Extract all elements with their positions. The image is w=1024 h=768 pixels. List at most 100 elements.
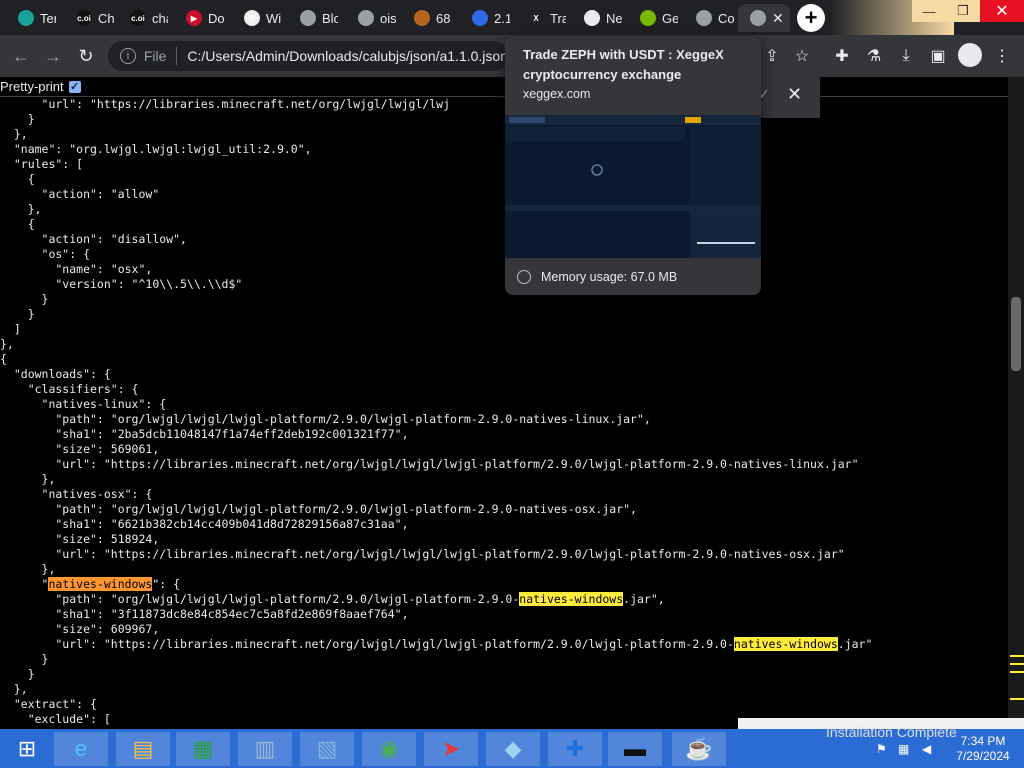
restore-button[interactable]: ❐ (946, 0, 980, 22)
tab[interactable]: c.oi cha (118, 4, 168, 32)
download-bubble-close-button[interactable]: ✕ (787, 84, 802, 105)
taskbar-internet-explorer-icon[interactable]: e (54, 732, 108, 766)
info-icon[interactable]: i (120, 48, 136, 64)
vertical-scrollbar[interactable] (1008, 77, 1024, 729)
labs-icon[interactable]: ⚗ (862, 44, 886, 68)
pretty-print-checkbox[interactable]: ✓ (68, 80, 81, 93)
profile-avatar[interactable] (958, 43, 982, 67)
tab-title: Blo (322, 10, 338, 26)
system-clock[interactable]: 7:34 PM 7/29/2024 (948, 734, 1018, 764)
teal-circle-icon (18, 10, 34, 26)
url-text[interactable]: C:/Users/Admin/Downloads/calubjs/json/a1… (187, 48, 508, 64)
tab-title: Tra (550, 10, 566, 26)
window-close-button[interactable]: ✕ (980, 0, 1024, 22)
tab[interactable]: Co (684, 4, 734, 32)
search-highlight: natives-windows (733, 637, 838, 651)
clock-time: 7:34 PM (960, 734, 1006, 748)
tab-title: Co (718, 10, 734, 26)
cloud-icon (472, 10, 488, 26)
tab[interactable]: Ter (6, 4, 56, 32)
globe-icon (750, 10, 766, 26)
xeggex-icon: X (528, 10, 544, 26)
search-match-marker (1010, 671, 1024, 673)
taskbar-app-red-arrow-icon[interactable]: ➤ (424, 732, 478, 766)
pretty-print-label: Pretty-print (0, 79, 64, 94)
extensions-icon[interactable]: ✚ (830, 44, 854, 68)
taskbar-store-icon[interactable]: ▦ (176, 732, 230, 766)
taskbar-command-prompt-icon[interactable]: ▬ (608, 732, 662, 766)
tab[interactable]: 68 (402, 4, 452, 32)
search-highlight: natives-windows (519, 592, 624, 606)
tab-close-icon[interactable]: ✕ (772, 10, 784, 27)
tab[interactable]: Ge (628, 4, 678, 32)
memory-gauge-icon (517, 270, 531, 284)
download-icon[interactable]: ⤓ (894, 44, 918, 68)
tab-title: 68 (436, 10, 451, 26)
taskbar-file-explorer-icon[interactable]: ▤ (116, 732, 170, 766)
tab[interactable]: 2.1 (460, 4, 510, 32)
tab-title: Ch (98, 10, 114, 26)
clock-date: 7/29/2024 (956, 749, 1010, 763)
start-button[interactable]: ⊞ (0, 732, 54, 766)
memory-usage-text: Memory usage: 67.0 MB (541, 270, 678, 284)
minimize-button[interactable]: — (912, 0, 946, 22)
tab-hover-card: Trade ZEPH with USDT : XeggeX cryptocurr… (505, 37, 761, 295)
tab[interactable]: Ne (572, 4, 622, 32)
scrollbar-thumb[interactable] (1011, 297, 1021, 371)
flag-icon[interactable]: ⚑ (876, 742, 892, 758)
taskbar-control-panel-icon[interactable]: ▧ (300, 732, 354, 766)
search-match-marker (1010, 663, 1024, 665)
tab[interactable]: X Tra (516, 4, 566, 32)
address-bar[interactable]: i File C:/Users/Admin/Downloads/calubjs/… (108, 41, 508, 71)
new-tab-button[interactable]: + (797, 4, 825, 32)
url-scheme-chip: File (143, 48, 167, 64)
pretty-print-toggle[interactable]: Pretty-print ✓ (0, 79, 81, 94)
side-panel-icon[interactable]: ▣ (926, 44, 950, 68)
window-controls: — ❐ ✕ (912, 0, 1024, 22)
hover-card-title: Trade ZEPH with USDT : XeggeX cryptocurr… (523, 47, 724, 82)
forward-button[interactable]: → (40, 43, 66, 69)
volume-icon[interactable]: ◀ (922, 742, 938, 758)
tab-title: Wi (266, 10, 282, 26)
url-separator (176, 47, 178, 65)
tab-title: 2.1 (494, 10, 510, 26)
bookmark-star-icon[interactable]: ☆ (790, 44, 814, 68)
lion-icon (414, 10, 430, 26)
taskbar-app-blue-icon[interactable]: ◆ (486, 732, 540, 766)
tab-title: Ter (40, 10, 56, 26)
page-thumbnail (505, 115, 761, 258)
tab[interactable]: ✕ (738, 4, 790, 32)
installation-toast-text: Installation Complete (826, 724, 957, 740)
tab[interactable]: Blo (288, 4, 338, 32)
globe-icon (358, 10, 374, 26)
tab[interactable]: ▶ Do (174, 4, 224, 32)
tab-title: ois (380, 10, 396, 26)
taskbar-java-icon[interactable]: ☕ (672, 732, 726, 766)
taskbar-task-manager-icon[interactable]: ▥ (238, 732, 292, 766)
wikipedia-icon: W (244, 10, 260, 26)
nvidia-icon (640, 10, 656, 26)
tab[interactable]: c.oi Ch (64, 4, 114, 32)
json-viewer: Pretty-print ✓ "url": "https://libraries… (0, 77, 1008, 729)
arrow-icon: ▶ (186, 10, 202, 26)
taskbar-chrome-icon[interactable]: ◉ (362, 732, 416, 766)
tab-title: Ne (606, 10, 622, 26)
back-button[interactable]: ← (8, 43, 34, 69)
tab[interactable]: W Wi (232, 4, 282, 32)
taskbar-defender-icon[interactable]: ✚ (548, 732, 602, 766)
tab[interactable]: ois (346, 4, 396, 32)
menu-icon[interactable]: ⋮ (990, 44, 1014, 68)
reload-button[interactable]: ↻ (73, 43, 99, 69)
network-icon[interactable]: ▦ (898, 742, 914, 758)
coin-market-icon: c.oi (130, 10, 146, 26)
tab-title: Do (208, 10, 224, 26)
coin-market-icon: c.oi (76, 10, 92, 26)
hover-card-preview-image (505, 115, 761, 258)
globe-icon (300, 10, 316, 26)
tab-title: Ge (662, 10, 678, 26)
search-match-marker (1010, 655, 1024, 657)
chrome-icon (584, 10, 600, 26)
search-highlight: natives-windows (48, 577, 153, 591)
hover-card-memory: Memory usage: 67.0 MB (505, 259, 761, 295)
share-icon[interactable]: ⇪ (760, 44, 784, 68)
